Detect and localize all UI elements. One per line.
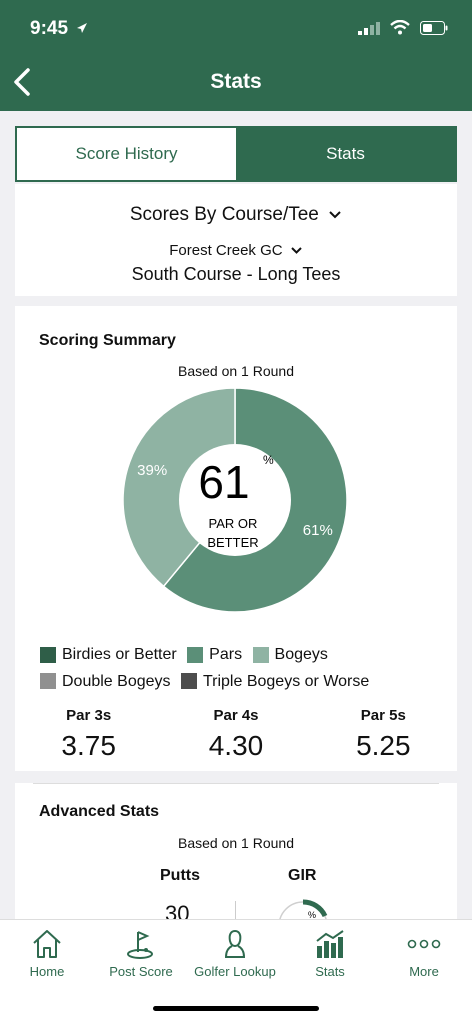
cellular-signal-icon xyxy=(358,21,380,35)
course-tee-card: Scores By Course/Tee Forest Creek GC Sou… xyxy=(15,184,457,296)
tee-name: South Course - Long Tees xyxy=(131,264,341,284)
legend-bogeys: Bogeys xyxy=(252,643,328,666)
gir-label: GIR xyxy=(288,867,317,884)
legend-label: Birdies or Better xyxy=(62,646,177,663)
tab-stats-nav[interactable]: Stats xyxy=(283,920,377,979)
bar-chart-icon xyxy=(316,930,344,958)
legend-swatch xyxy=(40,673,56,689)
par-averages: Par 3s 3.75 Par 4s 4.30 Par 5s 5.25 xyxy=(15,707,457,762)
par-value: 4.30 xyxy=(208,730,264,761)
center-label-line-1: PAR OR xyxy=(209,516,258,531)
par-value: 5.25 xyxy=(356,730,411,761)
based-on-rounds: Based on 1 Round xyxy=(178,363,294,379)
scoring-donut-chart: 61% 39% 61 % PAR OR BETTER xyxy=(122,387,348,613)
home-indicator xyxy=(153,1006,319,1011)
course-dropdown[interactable]: Forest Creek GC xyxy=(15,242,457,259)
putts-value: 30 xyxy=(165,901,190,919)
putts-label: Putts xyxy=(160,867,200,884)
gir-unit: % xyxy=(308,910,316,919)
par-label: Par 4s xyxy=(213,707,259,724)
wifi-icon xyxy=(390,20,410,35)
scores-by-course-label: Scores By Course/Tee xyxy=(129,204,319,225)
divider xyxy=(33,783,439,784)
tab-stats[interactable]: Stats xyxy=(236,128,455,180)
scoring-summary-title: Scoring Summary xyxy=(39,332,176,349)
tab-score-history[interactable]: Score History xyxy=(17,128,236,180)
advanced-stats-card: Advanced Stats Based on 1 Round Putts GI… xyxy=(15,783,457,919)
center-percentage: 61 xyxy=(198,456,249,508)
chevron-down-icon xyxy=(329,211,341,219)
tab-label: Home xyxy=(29,964,65,979)
tab-label: Stats xyxy=(315,964,345,979)
based-on-rounds: Based on 1 Round xyxy=(178,835,294,851)
scoring-summary-card: Scoring Summary Based on 1 Round 61% 39% … xyxy=(15,306,457,771)
legend-label: Pars xyxy=(209,646,243,663)
legend-swatch xyxy=(180,673,197,689)
home-icon xyxy=(33,930,61,958)
nav-bar: 9:45 Stats xyxy=(0,0,472,111)
par-label: Par 3s xyxy=(66,707,112,724)
legend-swatch xyxy=(187,646,204,663)
course-name: Forest Creek GC xyxy=(169,242,283,259)
legend-birdies: Birdies or Better xyxy=(40,643,177,666)
par-3-average: Par 3s 3.75 xyxy=(15,707,162,762)
location-arrow-icon xyxy=(77,23,87,33)
par-value: 3.75 xyxy=(61,730,116,761)
advanced-stats-title: Advanced Stats xyxy=(39,803,160,820)
legend-swatch xyxy=(40,646,56,663)
status-time: 9:45 xyxy=(30,18,69,39)
slice-label: 61% xyxy=(303,522,333,539)
center-label-line-2: BETTER xyxy=(207,535,258,550)
chart-legend: Birdies or Better Pars Bogeys Double Bog… xyxy=(40,643,440,696)
par-5-average: Par 5s 5.25 xyxy=(310,707,457,762)
center-unit: % xyxy=(263,453,274,467)
slice-label: 39% xyxy=(137,462,167,479)
tab-post-score[interactable]: Post Score xyxy=(94,920,188,979)
par-4-average: Par 4s 4.30 xyxy=(162,707,309,762)
legend-label: Double Bogeys xyxy=(62,672,171,690)
tab-home[interactable]: Home xyxy=(0,920,94,979)
legend-double-bogeys: Double Bogeys xyxy=(40,670,171,693)
tab-label: Post Score xyxy=(109,964,173,979)
legend-swatch xyxy=(252,646,269,663)
tab-label: More xyxy=(409,964,439,979)
legend-triple-bogeys: Triple Bogeys or Worse xyxy=(180,670,370,693)
par-label: Par 5s xyxy=(360,707,406,724)
scroll-content[interactable]: Score History Stats Scores By Course/Tee… xyxy=(0,111,472,919)
legend-label: Bogeys xyxy=(274,646,328,663)
more-dots-icon xyxy=(407,939,441,949)
page-title: Stats xyxy=(210,70,262,93)
stat-divider xyxy=(235,901,236,919)
segmented-control: Score History Stats xyxy=(15,126,457,182)
tab-golfer-lookup[interactable]: Golfer Lookup xyxy=(188,920,282,979)
golf-flag-icon xyxy=(127,931,153,959)
legend-pars: Pars xyxy=(187,643,242,666)
tab-more[interactable]: More xyxy=(377,920,471,979)
chevron-down-icon xyxy=(291,247,302,254)
gir-donut-chart: % xyxy=(279,899,328,919)
status-icons xyxy=(358,20,448,35)
person-icon xyxy=(224,929,246,958)
scores-by-course-dropdown[interactable]: Scores By Course/Tee xyxy=(15,204,457,226)
legend-label: Triple Bogeys or Worse xyxy=(202,672,370,690)
tab-label: Golfer Lookup xyxy=(194,964,276,979)
battery-icon xyxy=(420,20,448,35)
